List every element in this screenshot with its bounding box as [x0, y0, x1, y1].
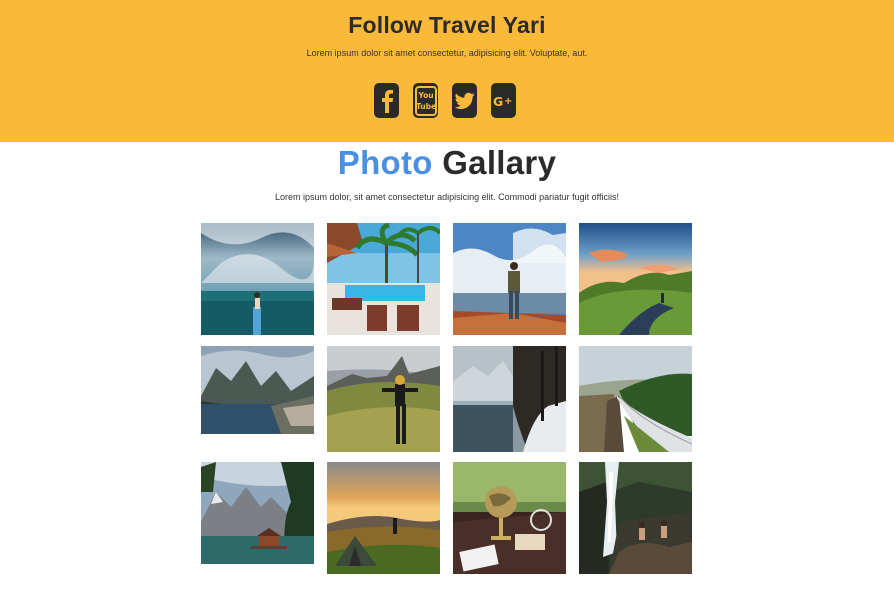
gallery-title-rest: Gallary: [442, 144, 557, 181]
photo-hiker-cliff[interactable]: [453, 223, 566, 335]
svg-text:+: +: [504, 96, 512, 107]
youtube-icon[interactable]: You Tube: [413, 83, 438, 118]
photo-paddleboard-ocean[interactable]: [201, 223, 314, 335]
follow-subtitle: Lorem ipsum dolor sit amet consectetur, …: [306, 48, 588, 58]
svg-text:G: G: [493, 94, 503, 109]
photo-snowy-forest-lake[interactable]: [453, 346, 566, 452]
google-plus-icon[interactable]: G +: [491, 83, 516, 118]
gallery-title: Photo Gallary: [0, 144, 894, 182]
photo-person-mountain-field[interactable]: [327, 346, 440, 452]
photo-waterfall[interactable]: [579, 462, 692, 574]
svg-text:You: You: [417, 91, 433, 100]
follow-title: Follow Travel Yari: [348, 12, 546, 38]
follow-section: Follow Travel Yari Lorem ipsum dolor sit…: [0, 0, 894, 142]
photo-tent-sunset[interactable]: [327, 462, 440, 574]
facebook-icon[interactable]: [374, 83, 399, 118]
photo-sunset-hills[interactable]: [579, 223, 692, 335]
photo-mountain-fjord[interactable]: [201, 346, 314, 434]
photo-lake-cabin-mountains[interactable]: [201, 462, 314, 564]
photo-valley-road[interactable]: [579, 346, 692, 452]
gallery-subtitle: Lorem ipsum dolor, sit amet consectetur …: [275, 192, 619, 202]
twitter-icon[interactable]: [452, 83, 477, 118]
photo-tropical-pool[interactable]: [327, 223, 440, 335]
gallery-title-accent: Photo: [337, 144, 433, 181]
social-links: You Tube G +: [374, 83, 516, 118]
photo-globe-desk[interactable]: [453, 462, 566, 574]
svg-text:Tube: Tube: [415, 102, 435, 111]
